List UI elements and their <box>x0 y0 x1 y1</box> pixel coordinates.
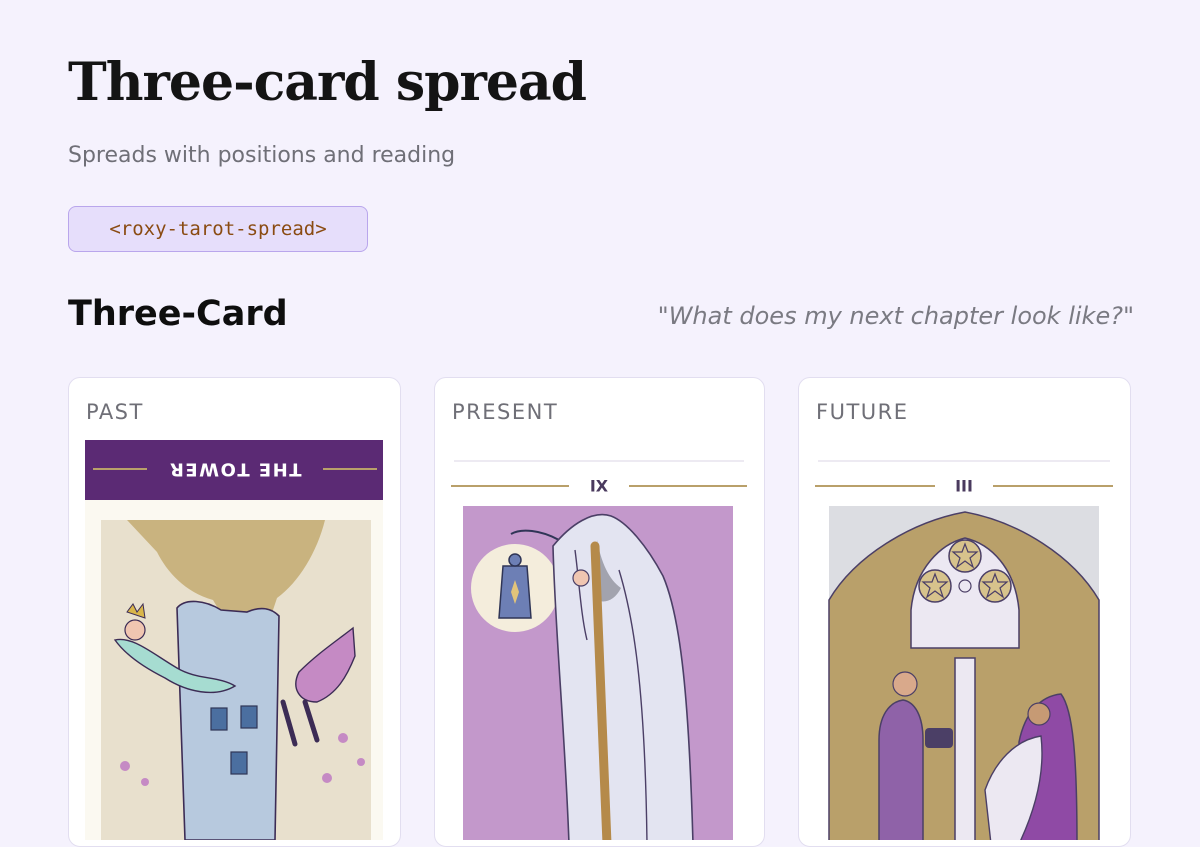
hermit-card-image[interactable]: IX <box>451 440 750 840</box>
svg-text:THE TOWER: THE TOWER <box>169 459 302 480</box>
spread-question: "What does my next chapter look like?" <box>657 302 1134 330</box>
card-slot-present[interactable]: PRESENT IX <box>434 377 765 847</box>
card-title: THE TOWER <box>169 459 302 480</box>
svg-text:IX: IX <box>590 477 609 496</box>
card-numeral: IX <box>590 477 609 496</box>
card-slot-future[interactable]: FUTURE III <box>798 377 1131 847</box>
card-numeral: III <box>955 477 973 496</box>
card-position-label: PRESENT <box>452 400 559 424</box>
component-tag-chip: <roxy-tarot-spread> <box>68 206 368 252</box>
page-subtitle: Spreads with positions and reading <box>68 143 456 168</box>
three-of-pentacles-card-image[interactable]: III <box>815 440 1116 840</box>
svg-text:III: III <box>955 477 973 496</box>
card-position-label: PAST <box>86 400 144 424</box>
page-title: Three-card spread <box>68 52 587 113</box>
card-position-label: FUTURE <box>816 400 909 424</box>
card-slot-past[interactable]: PAST THE TOWER <box>68 377 401 847</box>
tower-card-image[interactable]: THE TOWER <box>85 440 386 840</box>
spread-name: Three-Card <box>68 294 288 334</box>
